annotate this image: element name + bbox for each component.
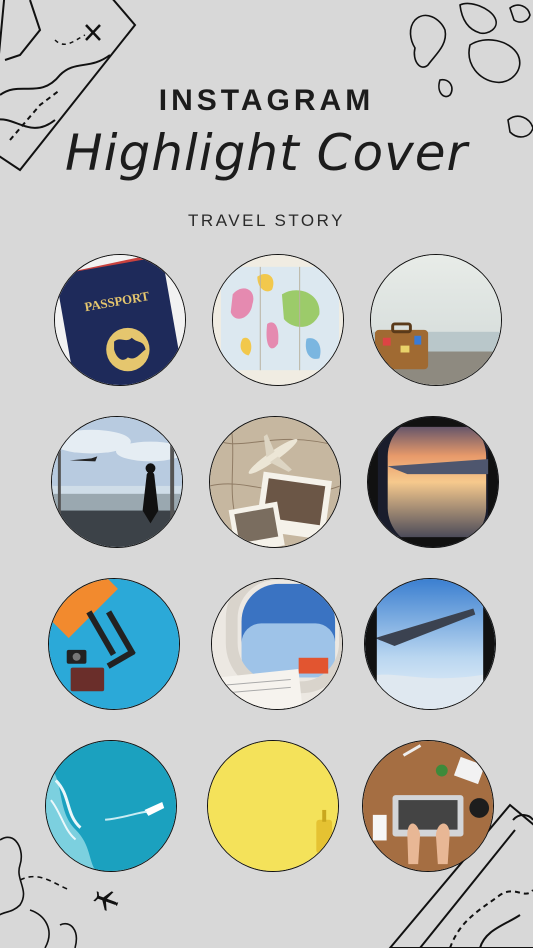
- boat-icon: [46, 741, 176, 871]
- map-icon: [213, 255, 343, 385]
- airport-icon: [52, 417, 182, 547]
- wing-icon: [368, 417, 498, 547]
- suitcase-icon: [208, 741, 338, 871]
- highlight-sunset-wing[interactable]: [367, 416, 499, 548]
- laptop-icon: [363, 741, 493, 871]
- passport-icon: PASSPORT: [55, 255, 185, 385]
- highlight-map[interactable]: [212, 254, 344, 386]
- wing-icon: [365, 579, 495, 709]
- title-instagram: INSTAGRAM: [158, 84, 375, 117]
- highlight-suitcase-beach[interactable]: [370, 254, 502, 386]
- highlight-yellow-suitcase[interactable]: [207, 740, 339, 872]
- highlight-window-seat[interactable]: [211, 578, 343, 710]
- highlight-ocean-boat[interactable]: [45, 740, 177, 872]
- highlight-blue-luggage[interactable]: [48, 578, 180, 710]
- highlight-cover-canvas: INSTAGRAM Highlight Cover TRAVEL STORY P…: [0, 0, 533, 948]
- highlight-laptop-desk[interactable]: [362, 740, 494, 872]
- airplane-icon: [210, 417, 340, 547]
- window-icon: [212, 579, 342, 709]
- subtitle-travel-story: TRAVEL STORY: [188, 211, 345, 230]
- title-highlight-cover: Highlight Cover: [64, 124, 469, 182]
- luggage-icon: [49, 579, 179, 709]
- highlight-passport[interactable]: PASSPORT: [54, 254, 186, 386]
- highlight-airport[interactable]: [51, 416, 183, 548]
- highlight-wing-sky[interactable]: [364, 578, 496, 710]
- suitcase-icon: [371, 255, 501, 385]
- highlight-plane-photos[interactable]: [209, 416, 341, 548]
